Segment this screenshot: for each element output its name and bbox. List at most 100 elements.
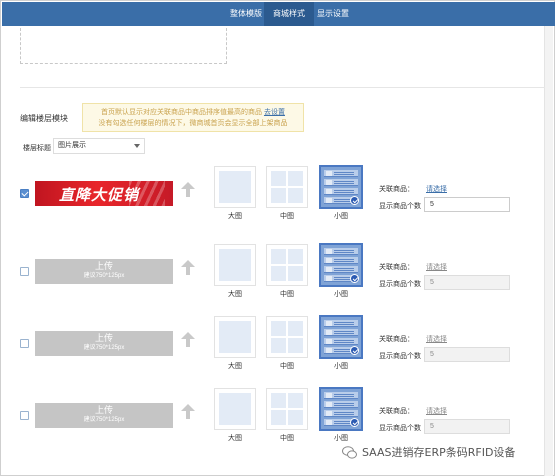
layout-mid-option[interactable] [266,316,308,358]
layout-mid-caption: 中图 [280,213,294,220]
notice-line-2: 没有勾选任何楼层的情况下，微商城首页会显示全部上架商品 [98,120,288,127]
floor-banner-image[interactable]: 直降大促销 [35,181,173,206]
layout-small-line [324,338,358,345]
move-up-icon-stem [186,411,190,419]
divider [20,87,545,88]
app-window: 整体模版 商城样式 显示设置 编辑楼层模块 首页默认显示对应关联商品中商品排序值… [0,0,555,476]
selected-check-icon [350,418,359,427]
layout-mid-cell [271,410,286,425]
section-title: 编辑楼层模块 [20,114,68,123]
layout-mid-cell [271,321,286,336]
layout-small-caption: 小图 [334,435,348,442]
floor-title-value: 图片展示 [58,142,86,149]
related-goods-select-link[interactable]: 请选择 [426,184,447,194]
display-count-input[interactable]: 5 [424,197,510,212]
layout-mid-cell [288,249,303,264]
layout-small-line [324,179,358,186]
layout-mid-caption: 中图 [280,435,294,442]
layout-small-line [324,248,358,255]
upload-hint: 建议750*125px [83,273,125,279]
display-count-label: 显示商品个数 [379,203,421,210]
layout-mid-cell [288,266,303,281]
related-goods-select-link[interactable]: 请选择 [426,334,447,344]
upload-button[interactable]: 上传 建议750*125px [35,331,173,356]
display-count-label: 显示商品个数 [379,281,421,288]
layout-mid-cell [271,249,286,264]
layout-small-option[interactable] [319,165,363,209]
layout-big-option[interactable] [214,388,256,430]
related-goods-label: 关联商品： [379,264,414,271]
related-goods-label: 关联商品： [379,408,414,415]
related-goods-select-link[interactable]: 请选择 [426,262,447,272]
upload-button[interactable]: 上传 建议750*125px [35,403,173,428]
layout-mid-cell [271,393,286,408]
floor-checkbox[interactable] [20,189,29,198]
move-up-icon[interactable] [181,404,195,411]
layout-mid-caption: 中图 [280,363,294,370]
move-up-icon[interactable] [181,332,195,339]
notice-set-link[interactable]: 去设置 [264,109,285,116]
layout-small-caption: 小图 [334,291,348,298]
display-count-input[interactable]: 5 [424,347,510,362]
banner-decoration [129,181,165,206]
display-count-input[interactable]: 5 [424,275,510,290]
layout-big-option[interactable] [214,166,256,208]
layout-mid-cell [288,171,303,186]
layout-mid-cell [288,393,303,408]
floor-checkbox[interactable] [20,267,29,276]
layout-mid-option[interactable] [266,244,308,286]
floor-title-select[interactable]: 图片展示 [53,138,145,154]
layout-small-option[interactable] [319,243,363,287]
watermark-text: SAAS进销存ERP条码RFID设备 [362,446,516,459]
scrollbar[interactable] [544,26,553,476]
related-goods-label: 关联商品： [379,186,414,193]
selected-check-icon [350,274,359,283]
layout-small-line [324,188,358,195]
layout-mid-option[interactable] [266,388,308,430]
related-goods-select-link[interactable]: 请选择 [426,406,447,416]
layout-big-caption: 大图 [228,291,242,298]
layout-small-caption: 小图 [334,213,348,220]
layout-big-caption: 大图 [228,363,242,370]
move-up-icon-stem [186,339,190,347]
notice-box: 首页默认显示对应关联商品中商品排序值最高的商品 去设置 没有勾选任何楼层的情况下… [82,103,304,132]
selected-check-icon [350,346,359,355]
layout-small-line [324,392,358,399]
notice-line-1: 首页默认显示对应关联商品中商品排序值最高的商品 [101,109,263,116]
layout-big-preview [219,321,251,353]
selected-check-icon [350,196,359,205]
layout-mid-cell [288,338,303,353]
layout-big-preview [219,393,251,425]
layout-mid-option[interactable] [266,166,308,208]
layout-small-line [324,401,358,408]
floor-row: 上传 建议750*125px 大图 中图 小图 关联商品： 请选择 显示商品个数 5 [1,1,555,442]
move-up-icon[interactable] [181,260,195,267]
banner-text: 直降大促销 [59,186,140,204]
layout-big-caption: 大图 [228,213,242,220]
upload-button[interactable]: 上传 建议750*125px [35,259,173,284]
floor-checkbox[interactable] [20,339,29,348]
related-goods-label: 关联商品： [379,336,414,343]
upload-hint: 建议750*125px [83,417,125,423]
layout-small-option[interactable] [319,315,363,359]
display-count-label: 显示商品个数 [379,425,421,432]
layout-mid-cell [288,410,303,425]
layout-big-caption: 大图 [228,435,242,442]
layout-small-option[interactable] [319,387,363,431]
layout-big-option[interactable] [214,244,256,286]
display-count-input[interactable]: 5 [424,419,510,434]
upload-title: 上传 [94,333,113,343]
display-count-label: 显示商品个数 [379,353,421,360]
layout-small-line [324,329,358,336]
layout-mid-cell [288,188,303,203]
floor-checkbox[interactable] [20,411,29,420]
upload-hint: 建议750*125px [83,345,125,351]
chevron-down-icon [134,144,140,148]
layout-big-option[interactable] [214,316,256,358]
floor-title-label: 楼层标题 [23,145,51,152]
layout-mid-cell [288,321,303,336]
layout-small-line [324,257,358,264]
layout-small-caption: 小图 [334,363,348,370]
move-up-icon[interactable] [181,182,195,189]
move-up-icon-stem [186,189,190,197]
